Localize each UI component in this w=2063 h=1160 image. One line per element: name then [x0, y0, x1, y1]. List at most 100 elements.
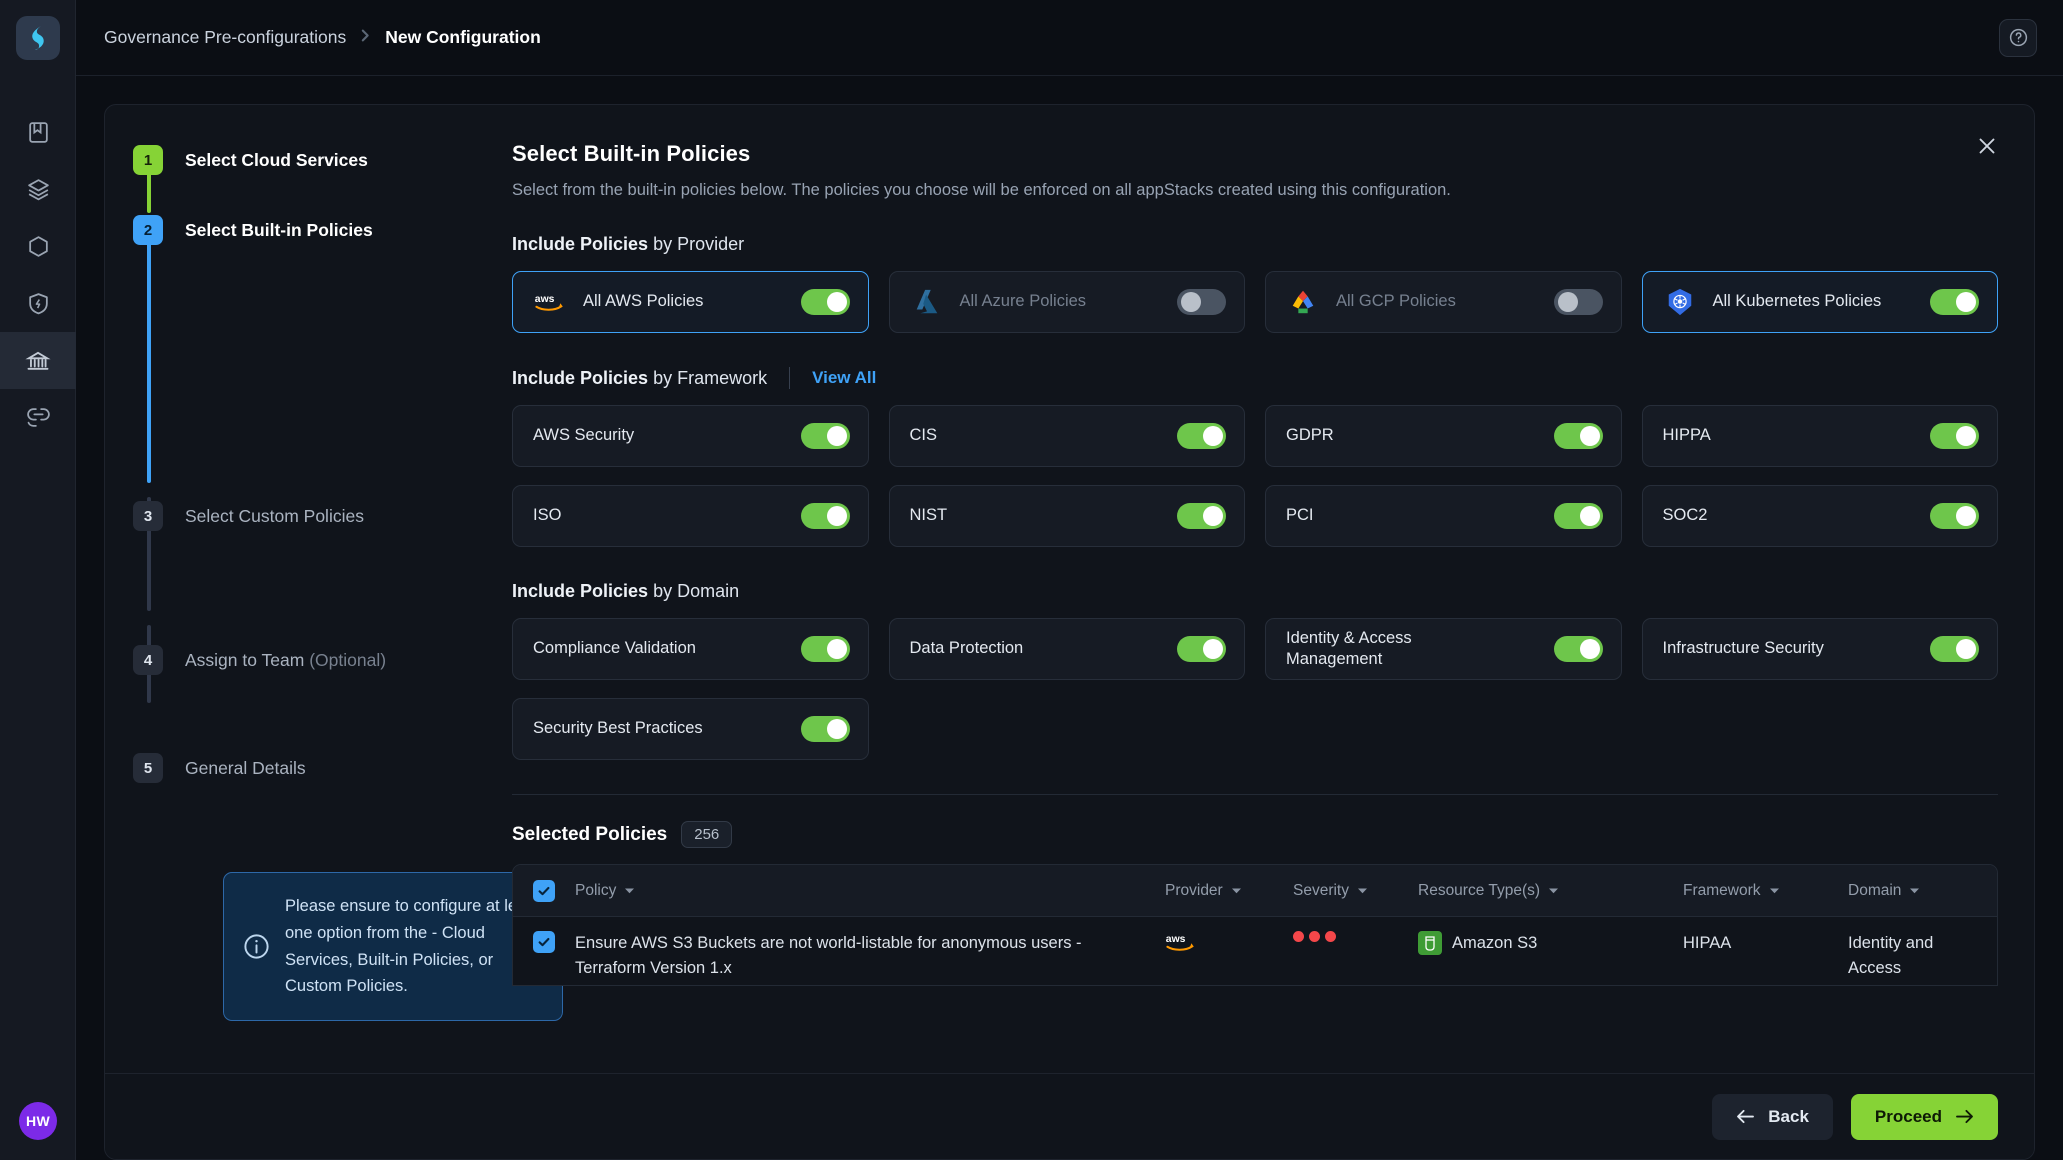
back-button[interactable]: Back — [1712, 1093, 1833, 1140]
help-button[interactable] — [1999, 18, 2037, 57]
domain-card-data-protection-label: Data Protection — [909, 639, 1024, 658]
domain-card-compliance-validation[interactable]: Compliance Validation — [512, 618, 869, 680]
toggle-knob — [1203, 506, 1223, 526]
framework-card-hippa-label: HIPPA — [1662, 426, 1711, 445]
domain-toggle-infrastructure-security[interactable] — [1930, 636, 1979, 662]
framework-heading-strong: Include Policies — [512, 367, 649, 388]
provider-card-kubernetes[interactable]: All Kubernetes Policies — [1641, 271, 1998, 333]
step-connector-2-3 — [147, 227, 151, 483]
domain-heading-strong: Include Policies — [512, 581, 649, 601]
domain-card-data-protection[interactable]: Data Protection — [888, 618, 1245, 680]
step-1[interactable]: 1 Select Cloud Services — [133, 145, 490, 175]
check-icon — [538, 937, 550, 947]
step-2-badge: 2 — [133, 215, 163, 245]
framework-toggle-pci[interactable] — [1553, 503, 1603, 529]
provider-card-aws[interactable]: aws All AWS Policies — [512, 271, 869, 333]
arrow-left-icon — [1737, 1109, 1755, 1124]
provider-toggle-azure[interactable] — [1177, 289, 1226, 315]
page-title: Select Built-in Policies — [512, 141, 751, 166]
policies-table: Policy Provider Severity Resource Type(s… — [512, 864, 1998, 986]
framework-card-nist[interactable]: NIST — [888, 485, 1245, 547]
provider-section-heading: Include Policies by Provider — [512, 234, 1998, 255]
column-header-resource-types[interactable]: Resource Type(s) — [1418, 882, 1683, 900]
provider-card-azure[interactable]: All Azure Policies — [888, 271, 1245, 333]
domain-toggle-compliance-validation[interactable] — [800, 636, 850, 662]
column-header-framework[interactable]: Framework — [1683, 882, 1848, 900]
domain-card-identity-access-management-label: Identity & Access Management — [1286, 628, 1412, 668]
proceed-button[interactable]: Proceed — [1850, 1093, 1998, 1140]
column-header-provider-label: Provider — [1165, 881, 1223, 899]
sidebar-item-governance[interactable] — [0, 332, 76, 389]
framework-card-grid-row1: AWS Security CIS GDPR HIPPA — [512, 405, 1998, 467]
table-header-row: Policy Provider Severity Resource Type(s… — [513, 865, 1997, 917]
framework-card-iso-label: ISO — [533, 506, 562, 525]
severity-dot — [1309, 931, 1320, 942]
toggle-knob — [1579, 426, 1600, 446]
step-4[interactable]: 4 Assign to Team (Optional) — [133, 645, 490, 675]
table-row[interactable]: Ensure AWS S3 Buckets are not world-list… — [513, 917, 1997, 985]
book-icon — [28, 122, 48, 143]
framework-toggle-gdpr[interactable] — [1553, 423, 1603, 449]
provider-card-gcp[interactable]: All GCP Policies — [1265, 271, 1622, 333]
framework-card-cis[interactable]: CIS — [888, 405, 1245, 467]
domain-card-grid-row2: Security Best Practices — [512, 698, 1998, 760]
column-header-provider[interactable]: Provider — [1165, 882, 1293, 900]
framework-card-gdpr[interactable]: GDPR — [1265, 405, 1622, 467]
framework-card-aws-security-label: AWS Security — [533, 426, 635, 445]
domain-toggle-security-best-practices[interactable] — [800, 716, 850, 742]
check-icon — [538, 886, 550, 895]
framework-card-soc2[interactable]: SOC2 — [1641, 485, 1998, 547]
step-4-label-text: Assign to Team — [185, 649, 305, 670]
cell-resource-type: Amazon S3 — [1418, 931, 1683, 956]
select-all-checkbox[interactable] — [533, 879, 555, 902]
domain-card-identity-access-management[interactable]: Identity & Access Management — [1265, 618, 1622, 680]
framework-toggle-soc2[interactable] — [1930, 503, 1979, 529]
step-1-badge: 1 — [133, 145, 163, 175]
domain-toggle-identity-access-management[interactable] — [1553, 636, 1603, 662]
framework-toggle-cis[interactable] — [1177, 423, 1226, 449]
step-2[interactable]: 2 Select Built-in Policies — [133, 215, 490, 245]
provider-toggle-kubernetes[interactable] — [1930, 289, 1979, 315]
framework-toggle-hippa[interactable] — [1930, 423, 1979, 449]
view-all-link[interactable]: View All — [812, 368, 876, 388]
column-header-severity[interactable]: Severity — [1293, 882, 1418, 900]
chevron-down-icon — [625, 888, 635, 893]
domain-card-security-best-practices[interactable]: Security Best Practices — [512, 698, 869, 760]
app-logo[interactable] — [15, 16, 60, 60]
sidebar-item-stacks[interactable] — [0, 161, 76, 218]
section-divider — [512, 794, 1998, 795]
provider-card-azure-label: All Azure Policies — [959, 292, 1087, 311]
domain-card-infrastructure-security[interactable]: Infrastructure Security — [1641, 618, 1998, 680]
row-select-cell — [513, 931, 575, 953]
sidebar-item-library[interactable] — [0, 104, 76, 161]
framework-toggle-aws-security[interactable] — [800, 423, 850, 449]
kubernetes-logo-icon — [1663, 287, 1697, 317]
svg-text:aws: aws — [535, 294, 555, 305]
row-checkbox[interactable] — [533, 931, 555, 953]
step-5[interactable]: 5 General Details — [133, 753, 490, 783]
framework-card-iso[interactable]: ISO — [512, 485, 869, 547]
framework-toggle-nist[interactable] — [1177, 503, 1226, 529]
selected-policies-count: 256 — [681, 821, 733, 848]
aws-logo-icon: aws — [1166, 934, 1194, 951]
column-header-domain[interactable]: Domain — [1848, 882, 1997, 900]
sidebar-item-integrations[interactable] — [0, 389, 76, 446]
framework-card-aws-security[interactable]: AWS Security — [512, 405, 869, 467]
step-3[interactable]: 3 Select Custom Policies — [133, 501, 490, 531]
provider-toggle-gcp[interactable] — [1553, 289, 1603, 315]
step-1-label: Select Cloud Services — [185, 149, 368, 170]
provider-toggle-aws[interactable] — [800, 289, 850, 315]
sidebar-item-security[interactable] — [0, 275, 76, 332]
domain-toggle-data-protection[interactable] — [1177, 636, 1226, 662]
step-4-badge: 4 — [133, 645, 163, 675]
column-header-policy[interactable]: Policy — [575, 882, 1165, 900]
framework-card-pci[interactable]: PCI — [1265, 485, 1622, 547]
breadcrumb-parent[interactable]: Governance Pre-configurations — [104, 27, 346, 48]
avatar[interactable]: HW — [19, 1102, 57, 1140]
sidebar-item-resources[interactable] — [0, 218, 76, 275]
step-5-label: General Details — [185, 757, 306, 778]
framework-card-hippa[interactable]: HIPPA — [1641, 405, 1998, 467]
framework-toggle-iso[interactable] — [800, 503, 850, 529]
step-5-badge: 5 — [133, 753, 163, 783]
close-button[interactable] — [1970, 129, 2004, 163]
